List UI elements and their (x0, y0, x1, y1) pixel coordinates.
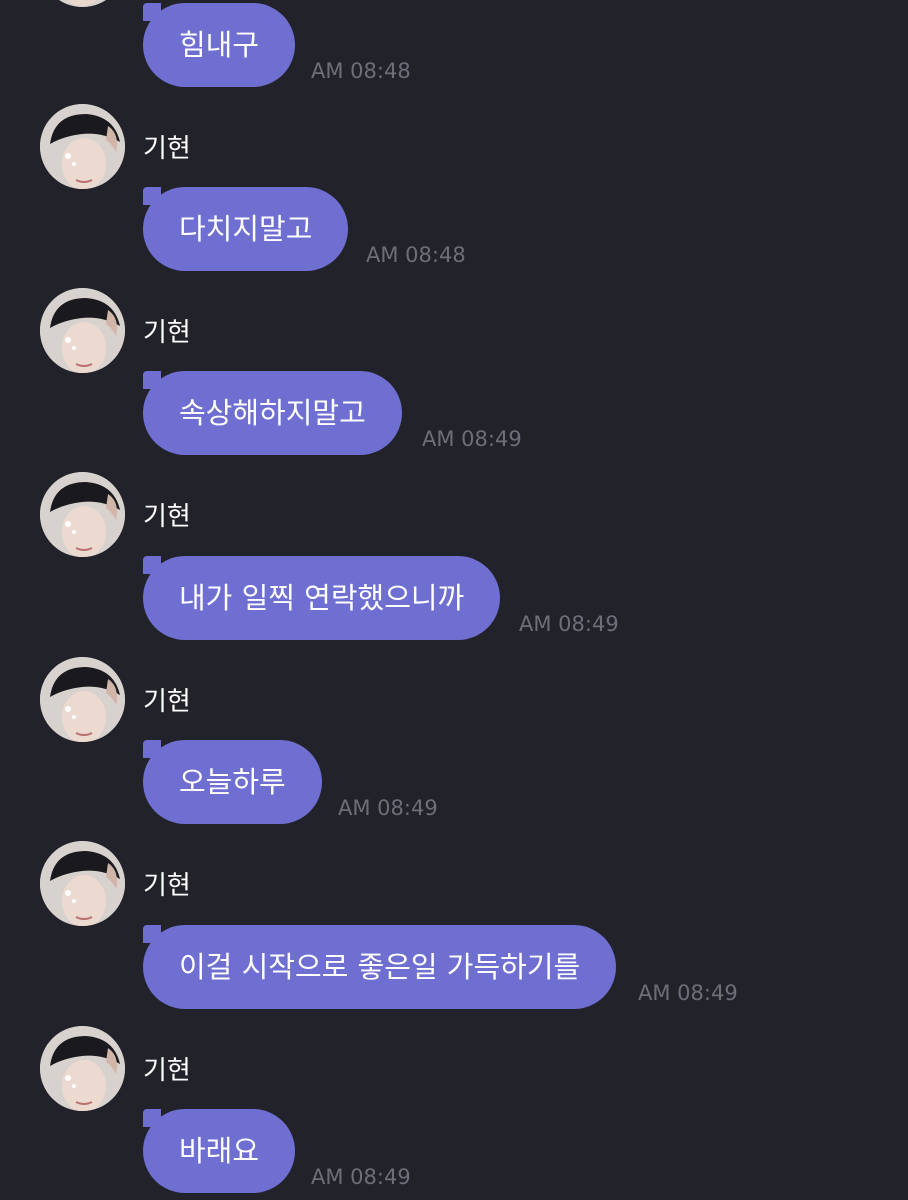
message-timestamp: AM 08:49 (311, 1165, 411, 1189)
message-bubble[interactable]: 다치지말고 (143, 187, 349, 271)
sender-name: 기현 (143, 318, 191, 348)
sender-name: 기현 (143, 687, 191, 717)
message-bubble[interactable]: 바래요 (143, 1109, 296, 1193)
chat-message-list[interactable]: 힘내구 AM 08:48 기현 다치지말고 AM 08:48 기현 속상해하지말… (0, 0, 908, 1200)
sender-name: 기현 (143, 134, 191, 164)
avatar[interactable] (40, 288, 125, 373)
message-timestamp: AM 08:49 (422, 427, 522, 451)
sender-name: 기현 (143, 1056, 191, 1086)
message-timestamp: AM 08:48 (366, 243, 466, 267)
message-bubble[interactable]: 오늘하루 (143, 740, 322, 824)
sender-name: 기현 (143, 871, 191, 901)
message-bubble[interactable]: 이걸 시작으로 좋은일 가득하기를 (143, 925, 617, 1009)
avatar[interactable] (40, 0, 125, 7)
sender-name: 기현 (143, 502, 191, 532)
avatar[interactable] (40, 841, 125, 926)
avatar[interactable] (40, 104, 125, 189)
avatar[interactable] (40, 657, 125, 742)
message-bubble[interactable]: 힘내구 (143, 3, 296, 87)
message-bubble[interactable]: 내가 일찍 연락했으니까 (143, 556, 501, 640)
message-timestamp: AM 08:48 (311, 59, 411, 83)
message-timestamp: AM 08:49 (519, 612, 619, 636)
message-bubble[interactable]: 속상해하지말고 (143, 371, 402, 455)
avatar[interactable] (40, 1026, 125, 1111)
avatar[interactable] (40, 472, 125, 557)
message-timestamp: AM 08:49 (338, 796, 438, 820)
message-timestamp: AM 08:49 (638, 981, 738, 1005)
